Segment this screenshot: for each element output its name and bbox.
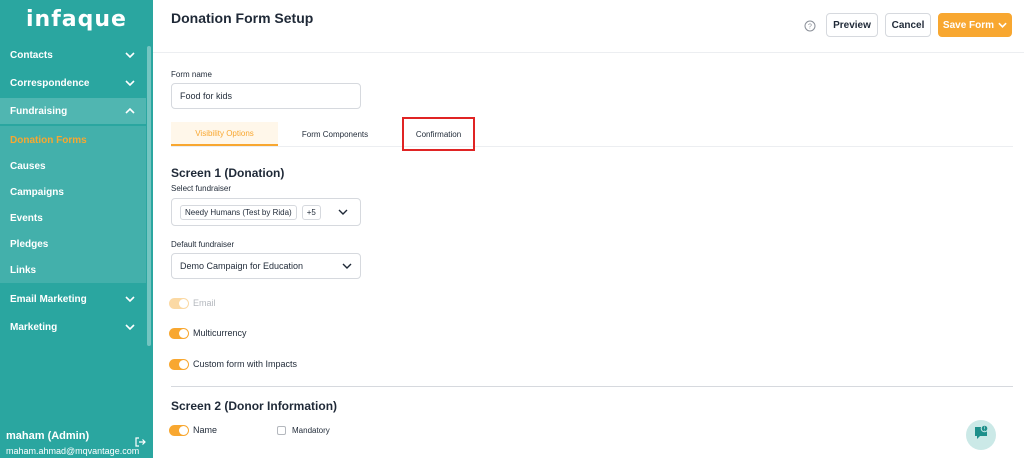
sidebar-item-contacts[interactable]: Contacts	[0, 42, 146, 68]
screen2-title: Screen 2 (Donor Information)	[171, 399, 338, 413]
svg-text:?: ?	[808, 24, 812, 31]
tab-visibility-options[interactable]: Visibility Options	[171, 122, 278, 146]
form-name-value: Food for kids	[180, 91, 233, 101]
name-toggle[interactable]	[169, 425, 189, 436]
chevron-down-icon	[124, 77, 136, 89]
tab-label: Form Components	[301, 129, 369, 139]
custom-impacts-toggle[interactable]	[169, 359, 189, 370]
more-fundraisers-chip[interactable]: +5	[301, 204, 321, 220]
save-form-button[interactable]: Save Form	[938, 13, 1012, 37]
preview-button[interactable]: Preview	[826, 13, 878, 37]
chevron-up-icon	[124, 105, 136, 117]
mandatory-label: Mandatory	[292, 426, 330, 435]
subitem-label: Causes	[10, 160, 46, 172]
subitem-label: Links	[10, 264, 37, 276]
multicurrency-toggle[interactable]	[169, 328, 189, 339]
sidebar-subitem-campaigns[interactable]: Campaigns	[0, 180, 146, 204]
chat-icon: !	[972, 424, 990, 447]
logout-icon[interactable]	[134, 435, 146, 447]
screen1-title: Screen 1 (Donation)	[171, 166, 285, 180]
sidebar-item-email-marketing[interactable]: Email Marketing	[0, 286, 146, 312]
select-fundraiser-multiselect[interactable]: Needy Humans (Test by Rida) +5	[171, 198, 361, 226]
chevron-down-icon	[124, 293, 136, 305]
save-form-label: Save Form	[942, 19, 995, 31]
email-toggle[interactable]	[169, 298, 189, 309]
highlight-box	[402, 117, 475, 151]
tab-form-components[interactable]: Form Components	[285, 122, 385, 146]
form-name-input[interactable]: Food for kids	[171, 83, 361, 109]
tab-label: Visibility Options	[195, 128, 254, 138]
sidebar-subitem-events[interactable]: Events	[0, 206, 146, 230]
default-fundraiser-value: Demo Campaign for Education	[180, 261, 304, 271]
email-toggle-label: Email	[193, 298, 216, 308]
section-divider	[171, 386, 1013, 387]
mandatory-checkbox[interactable]	[277, 426, 286, 435]
logo-text: infaque	[26, 6, 127, 32]
sidebar-subitem-pledges[interactable]: Pledges	[0, 232, 146, 256]
subitem-label: Donation Forms	[10, 134, 87, 146]
sidebar-item-marketing[interactable]: Marketing	[0, 314, 146, 340]
chevron-down-icon	[998, 20, 1007, 31]
sidebar-item-label: Fundraising	[10, 105, 68, 117]
svg-text:!: !	[984, 426, 985, 432]
sidebar-item-correspondence[interactable]: Correspondence	[0, 70, 146, 96]
help-icon[interactable]: ?	[804, 19, 816, 32]
select-fundraiser-label: Select fundraiser	[171, 184, 232, 193]
subitem-label: Events	[10, 212, 43, 224]
chevron-down-icon	[342, 261, 352, 271]
subitem-label: Pledges	[10, 238, 49, 250]
sidebar-item-label: Email Marketing	[10, 293, 87, 305]
chevron-down-icon	[124, 321, 136, 333]
default-fundraiser-select[interactable]: Demo Campaign for Education	[171, 253, 361, 279]
fundraising-submenu: Donation Forms Causes Campaigns Events P…	[0, 126, 146, 283]
tabs-divider	[171, 146, 1013, 147]
cancel-button[interactable]: Cancel	[885, 13, 931, 37]
header-divider	[153, 52, 1024, 53]
default-fundraiser-label: Default fundraiser	[171, 240, 235, 249]
sidebar-item-label: Marketing	[10, 321, 58, 333]
sidebar-item-label: Correspondence	[10, 77, 90, 89]
selected-fundraiser-chip[interactable]: Needy Humans (Test by Rida)	[180, 204, 297, 220]
sidebar-item-label: Contacts	[10, 49, 53, 61]
chevron-down-icon	[124, 49, 136, 61]
form-name-label: Form name	[171, 70, 212, 79]
name-toggle-label: Name	[193, 425, 218, 435]
sidebar-item-fundraising[interactable]: Fundraising	[0, 98, 146, 124]
sidebar: infaque Contacts Correspondence Fundrais…	[0, 0, 153, 458]
sidebar-subitem-donation-forms[interactable]: Donation Forms	[0, 128, 146, 152]
sidebar-scrollbar[interactable]	[147, 46, 151, 346]
subitem-label: Campaigns	[10, 186, 64, 198]
logo[interactable]: infaque	[0, 4, 153, 34]
page-title: Donation Form Setup	[171, 10, 314, 26]
sidebar-subitem-causes[interactable]: Causes	[0, 154, 146, 178]
chat-support-button[interactable]: !	[966, 420, 996, 450]
sidebar-subitem-links[interactable]: Links	[0, 258, 146, 282]
user-name: maham (Admin)	[6, 430, 90, 442]
user-email: maham.ahmad@mqvantage.com	[6, 446, 140, 456]
multicurrency-toggle-label: Multicurrency	[193, 328, 247, 338]
custom-impacts-toggle-label: Custom form with Impacts	[193, 359, 298, 369]
chevron-down-icon[interactable]	[338, 207, 348, 217]
